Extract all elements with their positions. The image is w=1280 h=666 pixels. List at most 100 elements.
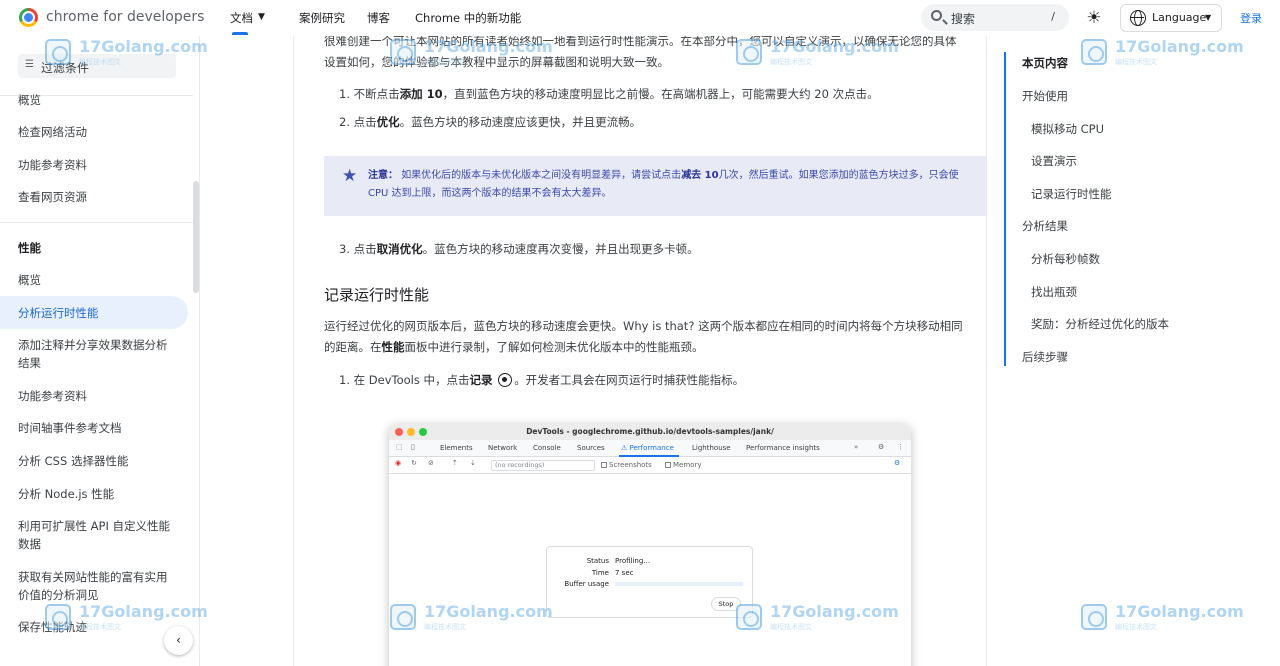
note-bold: 减去 10 [681,170,719,181]
note-label: 注意： [368,170,398,181]
note-body: 如果优化后的版本与未优化版本之间没有明显差异，请尝试点击 [401,170,682,181]
brand-name[interactable]: chrome for developers [46,9,204,25]
toc-item-mobile-cpu[interactable]: 模拟移动 CPU [1031,121,1104,137]
sidebar-item-annotations[interactable]: 添加注释并分享效果数据分析结果 [18,336,178,372]
sidebar-item-feature-reference[interactable]: 功能参考资料 [18,156,178,174]
step-bold: 优化 [376,115,400,129]
watermark-sub: 编程技术图文 [1115,623,1157,631]
list-item-record: 1. 在 DevTools 中，点击记录 。开发者工具会在网页运行时捕获性能指标… [339,371,959,389]
toc-item-bonus[interactable]: 奖励：分析经过优化的版本 [1031,316,1169,332]
sidebar-item-nodejs[interactable]: 分析 Node.js 性能 [18,485,178,503]
watermark-sub: 编程技术图文 [1115,58,1157,66]
more-tabs-icon: » [854,443,859,451]
status-label: Status [586,557,609,565]
recordings-select: (no recordings) [491,460,595,471]
sidebar-item-extensibility-api[interactable]: 利用可扩展性 API 自定义性能数据 [18,517,178,553]
language-button[interactable]: Language ▼ [1120,4,1222,32]
note-text: 注意： 如果优化后的版本与未优化版本之间没有明显差异，请尝试点击减去 10几次，… [368,167,973,203]
filter-icon: ☰ [25,59,34,70]
memory-checkbox: Memory [665,461,701,469]
record-button-icon: ◉ [395,459,402,467]
warning-icon: ⚠ [621,444,630,452]
devtools-tab-network: Network [488,444,518,452]
nav-whats-new[interactable]: Chrome 中的新功能 [415,10,521,26]
language-label: Language [1152,11,1207,24]
theme-toggle-sun-icon[interactable]: ☀ [1084,8,1104,28]
sidebar-section-performance[interactable]: 性能 [18,239,178,257]
buffer-usage-bar [615,582,743,586]
paragraph-bold: 性能 [381,340,405,354]
chevron-down-icon[interactable]: ▼ [258,12,265,22]
sidebar-scrollbar[interactable] [193,181,199,293]
sidebar-divider [0,222,193,223]
time-label: Time [591,569,609,577]
settings-gear-icon: ⚙ [878,443,885,451]
toc-item-fps[interactable]: 分析每秒帧数 [1031,251,1100,267]
search-input[interactable]: 搜索 / [921,4,1069,31]
toc-item-demo-setup[interactable]: 设置演示 [1031,153,1077,169]
devtools-tab-console: Console [533,444,561,452]
capture-settings-gear-icon: ⚙ [894,459,901,467]
devtools-toolbar: ◉ ↻ ⊘ ⇡ ⇣ (no recordings) Screenshots Me… [389,457,911,474]
sidebar-item-analyze-runtime[interactable]: 分析运行时性能 [18,304,178,322]
record-icon [498,373,513,387]
filter-input[interactable]: ☰ 过滤条件 [18,54,176,78]
devtools-screenshot: DevTools - googlechrome.github.io/devtoo… [389,424,911,666]
sidebar-item-save-trace[interactable]: 保存性能轨迹 [18,618,178,636]
step-text: 不断点击 [353,87,400,101]
watermark-logo-icon [1081,604,1107,630]
sidebar-item-overview[interactable]: 概览 [18,91,178,109]
toc-item-next-steps[interactable]: 后续步骤 [1022,349,1068,365]
toc-item-get-started[interactable]: 开始使用 [1022,88,1068,104]
login-link[interactable]: 登录 [1240,10,1262,26]
devtools-titlebar: DevTools - googlechrome.github.io/devtoo… [389,424,911,440]
devtools-tabs: ⬚ ▯ Elements Network Console Sources ⚠ P… [389,440,911,457]
upload-icon: ⇡ [452,459,458,467]
intro-paragraph: 很难创建一个可让本网站的所有读者始终如一地看到运行时性能演示。在本部分中，您可以… [324,34,957,69]
devtools-tab-performance: ⚠ Performance [621,444,674,452]
buffer-label: Buffer usage [564,580,609,588]
toc-item-analyze[interactable]: 分析结果 [1022,218,1068,234]
inspect-icon: ⬚ [396,443,403,451]
step-bold: 取消优化 [376,242,423,256]
nav-blog[interactable]: 博客 [367,10,390,26]
list-number: 2. [339,115,354,129]
stop-button: Stop [711,597,741,611]
step-text: 在 DevTools 中，点击 [353,373,470,387]
search-placeholder: 搜索 [951,12,976,26]
watermark-text: 17Golang.com [1115,602,1244,621]
list-number: 3. [339,242,350,256]
sidebar-item-perf-overview[interactable]: 概览 [18,271,178,289]
globe-icon [1130,10,1146,26]
toc-item-record-runtime[interactable]: 记录运行时性能 [1031,186,1112,202]
list-number: 1. [339,87,354,101]
sidebar-item-insights[interactable]: 获取有关网站性能的富有实用价值的分析洞见 [18,568,178,604]
top-bar: chrome for developers 文档 ▼ 案例研究 博客 Chrom… [0,0,1280,36]
toc-rail [1004,52,1006,366]
toc-item-bottleneck[interactable]: 找出瓶颈 [1031,284,1077,300]
filter-placeholder: 过滤条件 [41,61,90,75]
sidebar-item-page-resources[interactable]: 查看网页资源 [18,188,178,206]
devtools-tab-sources: Sources [577,444,605,452]
nav-active-indicator [232,32,248,35]
devtools-title: DevTools - googlechrome.github.io/devtoo… [526,427,774,436]
step-text: 。蓝色方块的移动速度再次变慢，并且出现更多卡顿。 [422,242,699,256]
clear-icon: ⊘ [428,459,434,467]
note-callout: ★ 注意： 如果优化后的版本与未优化版本之间没有明显差异，请尝试点击减去 10几… [324,156,986,216]
nav-case-studies[interactable]: 案例研究 [299,10,345,26]
star-icon: ★ [342,166,358,186]
nav-docs[interactable]: 文档 [230,10,253,26]
download-icon: ⇣ [470,459,476,467]
sidebar-item-css-selector[interactable]: 分析 CSS 选择器性能 [18,452,178,470]
reload-icon: ↻ [411,459,417,467]
collapse-sidebar-chevron-left-icon[interactable]: ‹ [164,626,193,655]
sidebar-item-network[interactable]: 检查网络活动 [18,123,178,141]
time-value: 7 sec [615,569,634,577]
devtools-tab-perf-insights: Performance insights [746,444,820,452]
step-text: ，直到蓝色方块的移动速度明显比之前慢。在高端机器上，可能需要大约 20 次点击。 [442,87,879,101]
sidebar-item-perf-reference[interactable]: 功能参考资料 [18,387,178,405]
step-text: 。蓝色方块的移动速度应该更快，并且更流畅。 [399,115,642,129]
sidebar-item-timeline-events[interactable]: 时间轴事件参考文档 [18,419,178,437]
profiling-dialog: Status Profiling… Time 7 sec Buffer usag… [546,546,753,618]
chrome-logo-icon[interactable] [19,8,38,27]
